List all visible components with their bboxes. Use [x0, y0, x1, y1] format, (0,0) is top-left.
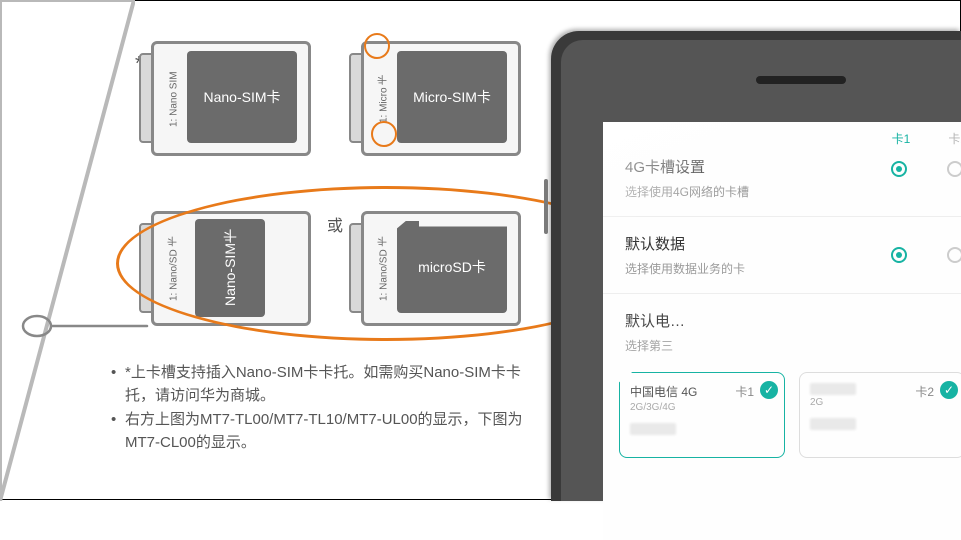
tray-side-label: 1: Nano SIM	[165, 55, 183, 143]
sim-card-selector: 中国电信 4G 2G/3G/4G 卡1 ✓ 2G 卡2 ✓	[603, 360, 961, 470]
callout-circle-icon	[364, 33, 390, 59]
radio-sim1[interactable]	[891, 247, 907, 263]
check-icon: ✓	[940, 381, 958, 399]
radio-sim2[interactable]	[947, 247, 961, 263]
network-modes: 2G/3G/4G	[630, 402, 774, 413]
phone-illustration: 卡1 卡2 4G卡槽设置 选择使用4G网络的卡槽 默认数据 选择使用数据业务的卡	[541, 31, 961, 501]
setting-subtitle: 选择第三	[625, 337, 961, 354]
footnote-1: *上卡槽支持插入Nano-SIM卡卡托。如需购买Nano-SIM卡卡托，请访问华…	[111, 361, 541, 408]
radio-sim1[interactable]	[891, 161, 907, 177]
sim-card-2[interactable]: 2G 卡2 ✓	[799, 372, 961, 458]
phone-speaker-icon	[756, 76, 846, 84]
blurred-text	[810, 418, 856, 430]
radio-sim2[interactable]	[947, 161, 961, 177]
phone-screen: 卡1 卡2 4G卡槽设置 选择使用4G网络的卡槽 默认数据 选择使用数据业务的卡	[603, 122, 961, 540]
sim-card-1[interactable]: 中国电信 4G 2G/3G/4G 卡1 ✓	[619, 372, 785, 458]
blurred-text	[630, 423, 676, 435]
slot-label: 卡1	[735, 383, 754, 400]
diagram-container: * 1: Nano SIM Nano-SIM卡 1: Micro 卡 Micro…	[0, 0, 961, 500]
callout-circle-icon	[371, 121, 397, 147]
tray-card-label: Nano-SIM卡	[203, 87, 280, 107]
footnotes: *上卡槽支持插入Nano-SIM卡卡托。如需购买Nano-SIM卡卡托，请访问华…	[111, 361, 541, 454]
check-icon: ✓	[760, 381, 778, 399]
setting-subtitle: 选择使用4G网络的卡槽	[625, 183, 961, 200]
footnote-2: 右方上图为MT7-TL00/MT7-TL10/MT7-UL00的显示，下图为MT…	[111, 408, 541, 455]
sim-eject-pin-icon	[19, 311, 149, 341]
tray-nano-sim: 1: Nano SIM Nano-SIM卡	[151, 41, 311, 156]
slot-label: 卡2	[915, 383, 934, 400]
blurred-text	[810, 383, 856, 395]
phone-side-button-icon	[544, 179, 548, 234]
tray-card-label: Micro-SIM卡	[413, 87, 491, 107]
setting-title: 默认电…	[625, 310, 961, 331]
